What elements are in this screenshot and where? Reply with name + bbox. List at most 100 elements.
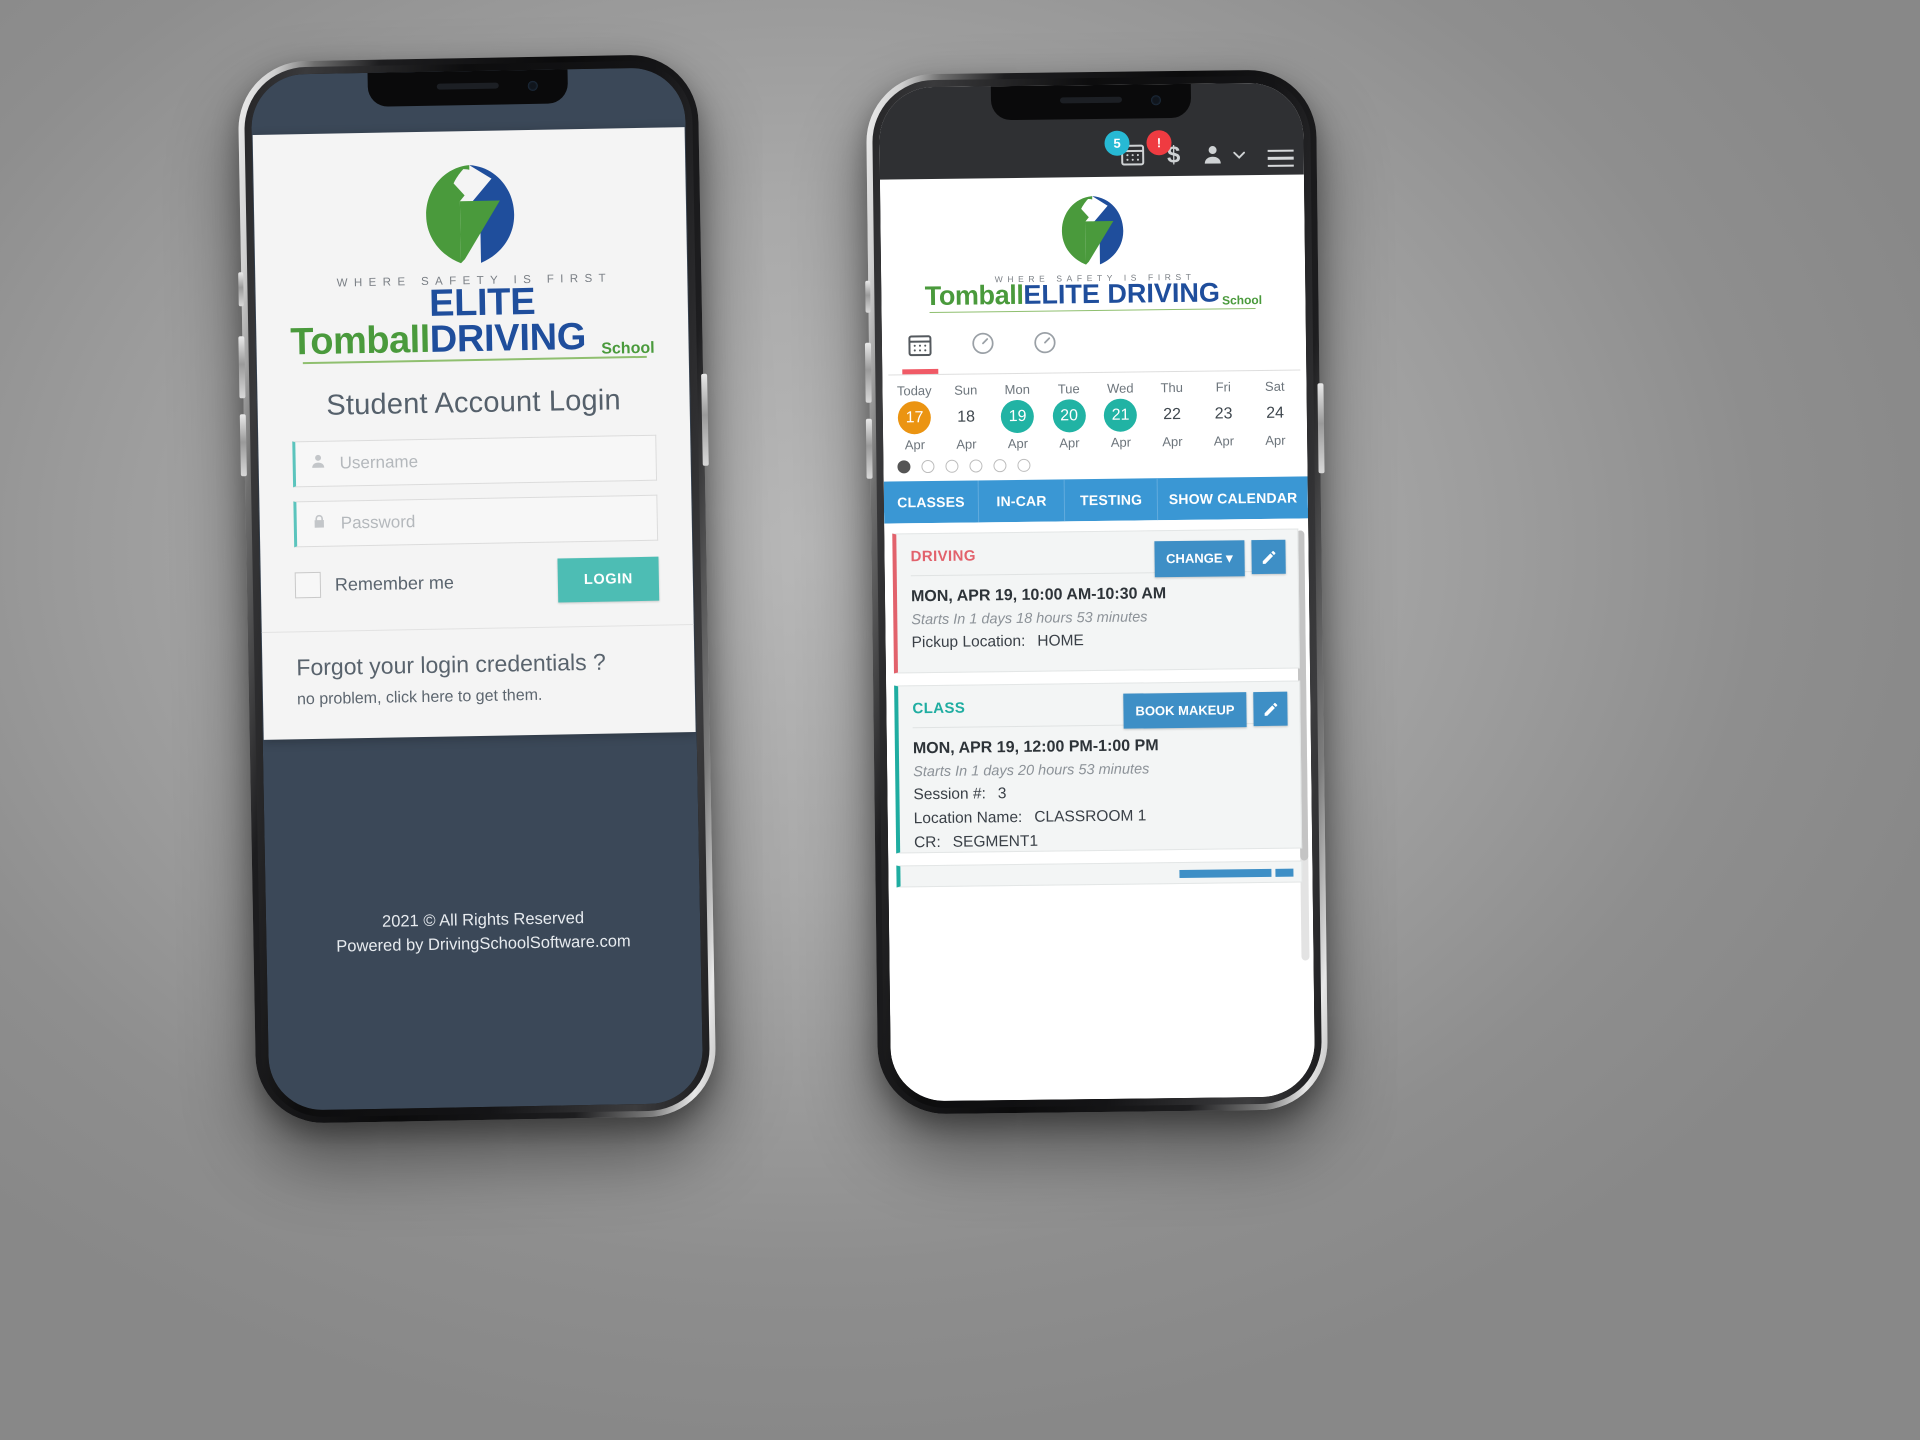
date-month: Apr bbox=[1162, 434, 1183, 450]
pager-dot-2[interactable] bbox=[945, 459, 959, 473]
logo-mark-icon bbox=[287, 158, 653, 273]
mute-switch[interactable] bbox=[238, 272, 244, 307]
peek-button-2 bbox=[1275, 868, 1294, 877]
peek-button-1 bbox=[1179, 869, 1272, 879]
date-weekday: Today bbox=[896, 383, 932, 399]
tab-progress-2[interactable] bbox=[1032, 330, 1059, 373]
date-number: 17 bbox=[897, 401, 932, 435]
tab-show-calendar[interactable]: SHOW CALENDAR bbox=[1158, 477, 1308, 521]
card-action-button[interactable]: CHANGE ▾ bbox=[1153, 540, 1245, 578]
date-cell-24[interactable]: Sat 24 Apr bbox=[1249, 379, 1301, 449]
brand-name-part3: School bbox=[1221, 293, 1263, 308]
date-weekday: Fri bbox=[1215, 379, 1231, 395]
date-month: Apr bbox=[904, 437, 926, 453]
checkbox-box-icon[interactable] bbox=[294, 572, 322, 599]
phone-notch bbox=[367, 69, 569, 107]
section-tab-icons bbox=[882, 315, 1307, 375]
cards-host: CHANGE ▾ DRIVING MON, APR 19, 10:00 AM-10:… bbox=[892, 528, 1303, 854]
brand-wordmark: Tomball ELITE DRIVING School bbox=[289, 281, 655, 364]
date-month: Apr bbox=[1059, 435, 1080, 451]
date-cell-19[interactable]: Mon 19 Apr bbox=[991, 382, 1043, 452]
card-field: Session #: 3 bbox=[913, 785, 1007, 804]
card-action-button[interactable]: BOOK MAKEUP bbox=[1123, 692, 1247, 729]
power-button[interactable] bbox=[1317, 383, 1325, 474]
brand-name-part1: Tomball bbox=[924, 279, 1024, 312]
date-cell-23[interactable]: Fri 23 Apr bbox=[1197, 379, 1249, 449]
date-weekday: Thu bbox=[1160, 380, 1184, 396]
brand-logo: WHERE SAFETY IS FIRST Tomball ELITE DRIV… bbox=[253, 131, 689, 369]
date-month: Apr bbox=[1265, 432, 1286, 449]
earpiece-speaker bbox=[1059, 96, 1123, 104]
password-field[interactable] bbox=[293, 494, 659, 548]
phone-dashboard: 5 ! $ WHERE SAFETY IS FIRST Tomball ELIT… bbox=[864, 69, 1329, 1115]
date-number: 24 bbox=[1266, 404, 1285, 422]
volume-down-button[interactable] bbox=[865, 418, 873, 479]
forgot-sub-link[interactable]: no problem, click here to get them. bbox=[297, 685, 661, 710]
tab-progress-1[interactable] bbox=[970, 330, 997, 373]
remember-me-checkbox[interactable]: Remember me bbox=[294, 570, 454, 599]
date-month: Apr bbox=[1110, 434, 1132, 450]
card-actions: BOOK MAKEUP bbox=[1123, 691, 1288, 729]
username-field[interactable] bbox=[292, 434, 658, 488]
pager-dot-5[interactable] bbox=[1017, 458, 1031, 473]
date-cell-21[interactable]: Wed 21 Apr bbox=[1094, 381, 1146, 451]
date-number: 19 bbox=[1000, 399, 1035, 434]
pager-dot-4[interactable] bbox=[993, 459, 1007, 473]
pager-dot-3[interactable] bbox=[969, 459, 983, 473]
card-countdown: Starts In 1 days 18 hours 53 minutes bbox=[911, 609, 1148, 629]
tab-in-car[interactable]: IN-CAR bbox=[978, 479, 1066, 523]
date-cell-17[interactable]: Today 17 Apr bbox=[888, 383, 940, 453]
phone-screen-bezel: WHERE SAFETY IS FIRST Tomball ELITE DRIV… bbox=[250, 67, 704, 1111]
forgot-credentials-section[interactable]: Forgot your login credentials ? no probl… bbox=[262, 625, 696, 740]
payments-button[interactable]: ! $ bbox=[1146, 130, 1186, 168]
front-camera bbox=[1150, 95, 1162, 106]
date-cell-18[interactable]: Sun 18 Apr bbox=[940, 382, 992, 452]
schedule-card-driving: CHANGE ▾ DRIVING MON, APR 19, 10:00 AM-10:… bbox=[892, 528, 1300, 674]
schedule-tabs: CLASSES IN-CAR TESTING SHOW CALENDAR bbox=[883, 476, 1309, 524]
brand-name-part2: ELITE DRIVING bbox=[1023, 277, 1221, 310]
date-weekday: Tue bbox=[1057, 381, 1080, 397]
volume-up-button[interactable] bbox=[238, 336, 246, 399]
chevron-down-icon bbox=[1233, 151, 1246, 159]
calendar-notifications-button[interactable]: 5 bbox=[1104, 130, 1146, 168]
card-datetime: MON, APR 19, 12:00 PM-1:00 PM bbox=[912, 737, 1159, 758]
login-footer: 2021 © All Rights Reserved Powered by Dr… bbox=[266, 903, 701, 960]
card-edit-button[interactable] bbox=[1251, 539, 1286, 575]
date-month: Apr bbox=[1213, 433, 1235, 449]
login-button[interactable]: LOGIN bbox=[557, 556, 660, 603]
pencil-icon bbox=[1264, 702, 1277, 716]
volume-down-button[interactable] bbox=[239, 414, 247, 477]
calendar-icon bbox=[908, 335, 932, 357]
volume-up-button[interactable] bbox=[864, 342, 872, 403]
schedule-cards: CHANGE ▾ DRIVING MON, APR 19, 10:00 AM-10:… bbox=[884, 518, 1315, 1016]
power-button[interactable] bbox=[701, 373, 709, 466]
username-input[interactable] bbox=[339, 447, 656, 474]
tab-calendar[interactable] bbox=[906, 331, 935, 374]
card-edit-button[interactable] bbox=[1253, 691, 1288, 727]
date-weekday: Mon bbox=[1004, 381, 1031, 398]
brand-name-part1: Tomball bbox=[290, 318, 431, 364]
brand-name-part3: School bbox=[601, 339, 655, 358]
pager-dot-1[interactable] bbox=[921, 460, 935, 474]
login-card: WHERE SAFETY IS FIRST Tomball ELITE DRIV… bbox=[252, 127, 696, 741]
date-number: 22 bbox=[1163, 405, 1182, 423]
front-camera bbox=[527, 80, 538, 91]
lock-icon bbox=[297, 513, 341, 536]
date-cell-22[interactable]: Thu 22 Apr bbox=[1146, 380, 1198, 450]
date-weekday: Sat bbox=[1264, 378, 1285, 395]
gauge-icon bbox=[972, 332, 994, 355]
date-weekday: Sun bbox=[954, 382, 978, 398]
password-input[interactable] bbox=[340, 507, 657, 534]
mute-switch[interactable] bbox=[865, 280, 871, 313]
pager-dot-0[interactable] bbox=[897, 460, 911, 474]
date-cell-20[interactable]: Tue 20 Apr bbox=[1043, 381, 1095, 451]
tab-testing[interactable]: TESTING bbox=[1064, 478, 1159, 522]
tab-classes[interactable]: CLASSES bbox=[883, 480, 980, 524]
dashboard-content: WHERE SAFETY IS FIRST Tomball ELITE DRIV… bbox=[879, 174, 1316, 1102]
phone-login: WHERE SAFETY IS FIRST Tomball ELITE DRIV… bbox=[237, 53, 717, 1125]
account-menu-button[interactable] bbox=[1201, 141, 1248, 168]
payments-badge: ! bbox=[1146, 130, 1172, 156]
earpiece-speaker bbox=[436, 82, 499, 90]
hamburger-menu-icon[interactable] bbox=[1267, 149, 1294, 167]
brand-wordmark: Tomball ELITE DRIVING School bbox=[907, 277, 1279, 312]
